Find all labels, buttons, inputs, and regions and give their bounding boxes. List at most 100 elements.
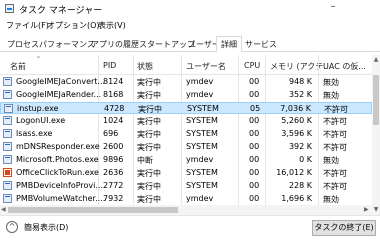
table-row[interactable]: Microsoft.Photos.exe 9896 中断 ymdev 00 0 K 無効 bbox=[0, 154, 372, 166]
cell-status: 実行中 bbox=[137, 195, 161, 204]
cell-pid: 2600 bbox=[103, 142, 124, 151]
table-header: ^ 名前 PID 状態 ユーザー名 CPU メモリ (アクテ... UAC の仮… bbox=[0, 55, 380, 75]
cell-cpu: 00 bbox=[249, 194, 260, 203]
cell-user: SYSTEM bbox=[186, 142, 218, 151]
menu-view[interactable]: 表示(V) bbox=[98, 20, 126, 31]
cell-uac: 無効 bbox=[323, 156, 339, 165]
table-row[interactable]: lsass.exe 696 実行中 SYSTEM 00 3,596 K 不許可 bbox=[0, 128, 372, 140]
column-header-status[interactable]: 状態 bbox=[137, 61, 153, 72]
horizontal-scroll-thumb[interactable] bbox=[8, 207, 178, 213]
collapse-chevron-icon[interactable]: ^ bbox=[6, 221, 18, 233]
cell-cpu: 00 bbox=[249, 142, 260, 151]
table-row[interactable]: LogonUI.exe 1024 実行中 SYSTEM 00 5,260 K 不許可 bbox=[0, 115, 372, 127]
menu-options[interactable]: オプション(O) bbox=[47, 20, 100, 31]
cell-name: mDNSResponder.exe bbox=[16, 142, 100, 151]
cell-pid: 4728 bbox=[104, 104, 125, 113]
cell-status: 中断 bbox=[137, 156, 153, 165]
scroll-right-arrow-icon[interactable]: ▶ bbox=[364, 206, 369, 213]
cell-name: OfficeClickToRun.exe bbox=[16, 168, 99, 177]
office-app-icon bbox=[3, 168, 12, 177]
cell-memory: 352 K bbox=[288, 90, 312, 99]
table-row[interactable]: instup.exe 4728 実行中 SYSTEM 05 7,036 K 不許可 bbox=[0, 102, 372, 114]
fewer-details-link[interactable]: 簡易表示(D) bbox=[24, 222, 68, 233]
end-task-button[interactable]: タスクの終了(E) bbox=[312, 220, 376, 236]
menu-bar: ファイル(F) オプション(O) 表示(V) bbox=[0, 17, 380, 32]
cell-pid: 8168 bbox=[103, 90, 124, 99]
cell-status: 実行中 bbox=[137, 130, 161, 139]
column-header-pid[interactable]: PID bbox=[103, 61, 116, 70]
cell-status: 実行中 bbox=[138, 105, 162, 114]
table-row[interactable]: PMBDeviceInfoProvi... 2772 実行中 SYSTEM 00 228 … bbox=[0, 180, 372, 192]
cell-cpu: 00 bbox=[249, 181, 260, 190]
process-icon bbox=[3, 181, 12, 190]
cell-user: SYSTEM bbox=[186, 168, 218, 177]
cell-name: LogonUI.exe bbox=[16, 116, 66, 125]
cell-cpu: 00 bbox=[249, 116, 260, 125]
column-header-uac[interactable]: UAC の仮... bbox=[323, 61, 366, 72]
cell-memory: 1,696 K bbox=[281, 194, 312, 203]
cell-name: GoogleIMEJaRender... bbox=[16, 90, 102, 99]
cell-uac: 無効 bbox=[323, 195, 339, 204]
process-icon bbox=[3, 90, 12, 99]
footer-bar: ^ 簡易表示(D) タスクの終了(E) bbox=[0, 215, 380, 240]
process-icon bbox=[3, 155, 12, 164]
cell-cpu: 00 bbox=[249, 168, 260, 177]
cell-uac: 不許可 bbox=[323, 117, 347, 126]
column-header-cpu[interactable]: CPU bbox=[244, 61, 260, 70]
cell-uac: 不許可 bbox=[324, 105, 348, 114]
cell-user: ymdev bbox=[186, 77, 214, 86]
title-bar: タスク マネージャー – bbox=[0, 0, 380, 17]
cell-status: 実行中 bbox=[137, 169, 161, 178]
process-icon bbox=[3, 194, 12, 203]
process-icon bbox=[3, 116, 12, 125]
cell-user: SYSTEM bbox=[186, 181, 218, 190]
cell-user: SYSTEM bbox=[187, 104, 219, 113]
column-header-name[interactable]: 名前 bbox=[10, 61, 26, 72]
cell-status: 実行中 bbox=[137, 143, 161, 152]
cell-user: SYSTEM bbox=[186, 129, 218, 138]
cell-uac: 不許可 bbox=[323, 143, 347, 152]
vertical-scrollbar[interactable]: ▲ ▼ bbox=[372, 55, 380, 215]
cell-uac: 無効 bbox=[323, 91, 339, 100]
column-header-user[interactable]: ユーザー名 bbox=[186, 61, 226, 72]
cell-cpu: 00 bbox=[249, 129, 260, 138]
process-icon bbox=[3, 129, 12, 138]
cell-name: PMBVolumeWatcher.... bbox=[16, 194, 106, 203]
process-table: ^ 名前 PID 状態 ユーザー名 CPU メモリ (アクテ... UAC の仮… bbox=[0, 55, 380, 215]
tab-services[interactable]: サービス bbox=[240, 36, 282, 52]
cell-user: SYSTEM bbox=[186, 116, 218, 125]
cell-pid: 9896 bbox=[103, 155, 124, 164]
cell-memory: 392 K bbox=[288, 142, 312, 151]
cell-pid: 2772 bbox=[103, 181, 124, 190]
tab-details[interactable]: 詳細 bbox=[216, 36, 242, 52]
cell-pid: 7932 bbox=[103, 194, 124, 203]
table-row[interactable]: PMBVolumeWatcher.... 7932 実行中 ymdev 00 1,696 … bbox=[0, 193, 372, 205]
horizontal-scrollbar[interactable]: ◀ ▶ bbox=[0, 205, 372, 215]
minimize-button[interactable]: – bbox=[325, 2, 341, 14]
scroll-down-arrow-icon[interactable]: ▼ bbox=[372, 205, 380, 215]
cell-memory: 0 K bbox=[299, 155, 312, 164]
cell-uac: 不許可 bbox=[323, 182, 347, 191]
cell-uac: 無効 bbox=[323, 78, 339, 87]
cell-name: GoogleIMEJaConvert... bbox=[16, 77, 106, 86]
cell-memory: 16,012 K bbox=[276, 168, 312, 177]
cell-pid: 1024 bbox=[103, 116, 124, 125]
cell-memory: 228 K bbox=[288, 181, 312, 190]
vertical-scroll-thumb[interactable] bbox=[373, 75, 379, 125]
window-title: タスク マネージャー bbox=[19, 6, 103, 16]
table-row[interactable]: OfficeClickToRun.exe 2636 実行中 SYSTEM 00 16,01… bbox=[0, 167, 372, 179]
cell-pid: 2636 bbox=[103, 168, 124, 177]
process-icon bbox=[4, 104, 13, 113]
cell-name: Microsoft.Photos.exe bbox=[16, 155, 99, 164]
table-row[interactable]: GoogleIMEJaConvert... 8124 実行中 ymdev 00 948 K… bbox=[0, 76, 372, 88]
task-manager-icon bbox=[5, 4, 14, 13]
cell-pid: 8124 bbox=[103, 77, 124, 86]
cell-status: 実行中 bbox=[137, 91, 161, 100]
table-row[interactable]: GoogleIMEJaRender... 8168 実行中 ymdev 00 352 K 無… bbox=[0, 89, 372, 101]
scroll-left-arrow-icon[interactable]: ◀ bbox=[1, 206, 6, 213]
column-header-memory[interactable]: メモリ (アクテ... bbox=[270, 61, 331, 72]
scroll-up-arrow-icon[interactable]: ▲ bbox=[372, 55, 380, 65]
table-row[interactable]: mDNSResponder.exe 2600 実行中 SYSTEM 00 392 K 不許可 bbox=[0, 141, 372, 153]
menu-file[interactable]: ファイル(F) bbox=[6, 20, 49, 31]
cell-status: 実行中 bbox=[137, 182, 161, 191]
